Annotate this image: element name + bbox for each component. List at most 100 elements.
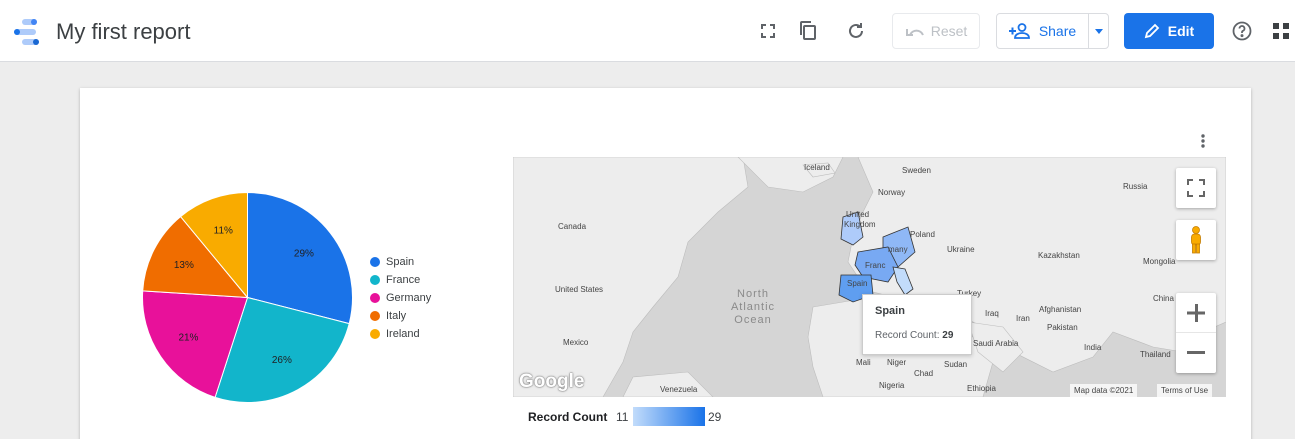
minus-icon <box>1187 351 1205 354</box>
map-label-united: United <box>846 210 870 219</box>
share-button-group: Share <box>996 13 1109 49</box>
tooltip-title: Spain <box>875 305 905 317</box>
more-vert-icon[interactable] <box>1199 133 1207 149</box>
ocean-label-line-3: Ocean <box>734 314 772 326</box>
map-label-mongolia: Mongolia <box>1143 257 1176 266</box>
map-label-canada: Canada <box>558 222 587 231</box>
map-data-attribution[interactable]: Map data ©2021 <box>1070 384 1138 397</box>
edit-button[interactable]: Edit <box>1124 13 1214 49</box>
pie-label-germany: 21% <box>178 333 198 344</box>
legend-label: Spain <box>386 256 415 268</box>
page-scrollbar[interactable] <box>1286 62 1295 439</box>
map-label-mali: Mali <box>856 358 871 367</box>
legend-item-france[interactable]: France <box>370 271 431 289</box>
map-label-venezuela: Venezuela <box>660 385 698 394</box>
map-label-iraq: Iraq <box>985 309 999 318</box>
color-scale-gradient <box>633 407 705 426</box>
report-title[interactable]: My first report <box>56 19 190 45</box>
legend-label: Ireland <box>386 328 420 340</box>
google-map-logo[interactable]: Google <box>519 371 584 393</box>
street-view-pegman-button[interactable] <box>1176 220 1216 260</box>
tooltip-metric-value: 29 <box>942 330 954 341</box>
map-label-saudi-arabia: Saudi Arabia <box>973 339 1019 348</box>
legend-marker <box>370 275 380 285</box>
map-label-ethiopia: Ethiopia <box>967 384 996 393</box>
apps-grid-icon[interactable] <box>1268 18 1294 44</box>
map-label-afghanistan: Afghanistan <box>1039 305 1082 314</box>
legend-marker <box>370 293 380 303</box>
pencil-icon <box>1144 23 1160 39</box>
pie-label-france: 26% <box>272 355 292 366</box>
legend-marker <box>370 257 380 267</box>
tooltip-metric-label: Record Count: <box>875 330 943 341</box>
legend-marker <box>370 329 380 339</box>
legend-label: Germany <box>386 292 432 304</box>
map-label-russia: Russia <box>1123 182 1148 191</box>
map-label-thailand: Thailand <box>1140 350 1171 359</box>
fullscreen-icon <box>1187 179 1205 197</box>
legend-item-germany[interactable]: Germany <box>370 289 431 307</box>
pie-label-spain: 29% <box>294 249 314 260</box>
map-label-kazakhstan: Kazakhstan <box>1038 251 1080 260</box>
map-label-nigeria: Nigeria <box>879 381 905 390</box>
share-label: Share <box>1038 23 1077 39</box>
map-label-iceland: Iceland <box>804 163 830 172</box>
map-tooltip: Spain Record Count: 29 <box>862 294 972 355</box>
fullscreen-icon[interactable] <box>755 18 781 44</box>
map-label-india: India <box>1084 343 1102 352</box>
ocean-label-line-2: Atlantic <box>730 301 776 313</box>
color-scale-max: 29 <box>708 410 722 424</box>
map-label-germany: many <box>888 245 908 254</box>
refresh-icon[interactable] <box>843 18 869 44</box>
map-label-iran: Iran <box>1016 314 1030 323</box>
edit-label: Edit <box>1167 23 1195 39</box>
map-label-mexico: Mexico <box>563 338 589 347</box>
pie-chart[interactable]: 29% 26% 21% 13% 11% <box>130 180 365 415</box>
map-label-france: Franc <box>865 261 886 270</box>
map-zoom-controls <box>1176 293 1216 373</box>
top-toolbar: My first report Reset Share Edit <box>0 0 1295 62</box>
zoom-out-button[interactable] <box>1176 333 1216 373</box>
tooltip-metric: Record Count: 29 <box>875 330 959 341</box>
copy-icon[interactable] <box>795 18 821 44</box>
map-label-sudan: Sudan <box>944 360 968 369</box>
reset-label: Reset <box>930 23 968 39</box>
ocean-label-line-1: North <box>737 288 769 300</box>
map-label-spain: Spain <box>847 279 868 288</box>
pegman-icon <box>1191 226 1201 254</box>
legend-item-italy[interactable]: Italy <box>370 307 431 325</box>
map-label-sweden: Sweden <box>902 166 931 175</box>
map-fullscreen-button[interactable] <box>1176 168 1216 208</box>
undo-icon <box>905 29 924 36</box>
add-person-icon <box>1008 23 1030 39</box>
caret-down-icon <box>1094 28 1103 34</box>
looker-studio-logo-icon[interactable] <box>13 18 43 46</box>
pie-label-italy: 13% <box>174 260 194 271</box>
legend-marker <box>370 311 380 321</box>
map-label-poland: Poland <box>910 230 935 239</box>
map-label-united-states: United States <box>555 285 604 294</box>
map-label-ukraine: Ukraine <box>947 245 975 254</box>
map-label-china: China <box>1153 294 1174 303</box>
map-label-niger: Niger <box>887 358 907 367</box>
reset-button[interactable]: Reset <box>892 13 980 49</box>
map-label-pakistan: Pakistan <box>1047 323 1078 332</box>
legend-item-ireland[interactable]: Ireland <box>370 325 431 343</box>
map-label-chad: Chad <box>914 369 934 378</box>
plus-icon <box>1187 303 1205 322</box>
map-label-north-atlantic-ocean: North Atlantic Ocean <box>723 288 783 327</box>
terms-of-use-link[interactable]: Terms of Use <box>1157 384 1213 397</box>
geo-map[interactable]: Iceland Sweden Norway Russia Canada Unit… <box>513 157 1226 397</box>
pie-label-ireland: 11% <box>214 225 233 236</box>
share-dropdown-button[interactable] <box>1089 28 1108 34</box>
pie-legend: Spain France Germany Italy Ireland <box>370 253 431 343</box>
map-label-kingdom: Kingdom <box>844 220 876 229</box>
zoom-in-button[interactable] <box>1176 293 1216 333</box>
map-label-norway: Norway <box>878 188 906 197</box>
share-button[interactable]: Share <box>997 14 1089 48</box>
color-scale-min: 11 <box>616 410 629 424</box>
legend-label: Italy <box>386 310 407 322</box>
legend-label: France <box>386 274 421 286</box>
help-icon[interactable] <box>1229 18 1255 44</box>
legend-item-spain[interactable]: Spain <box>370 253 431 271</box>
